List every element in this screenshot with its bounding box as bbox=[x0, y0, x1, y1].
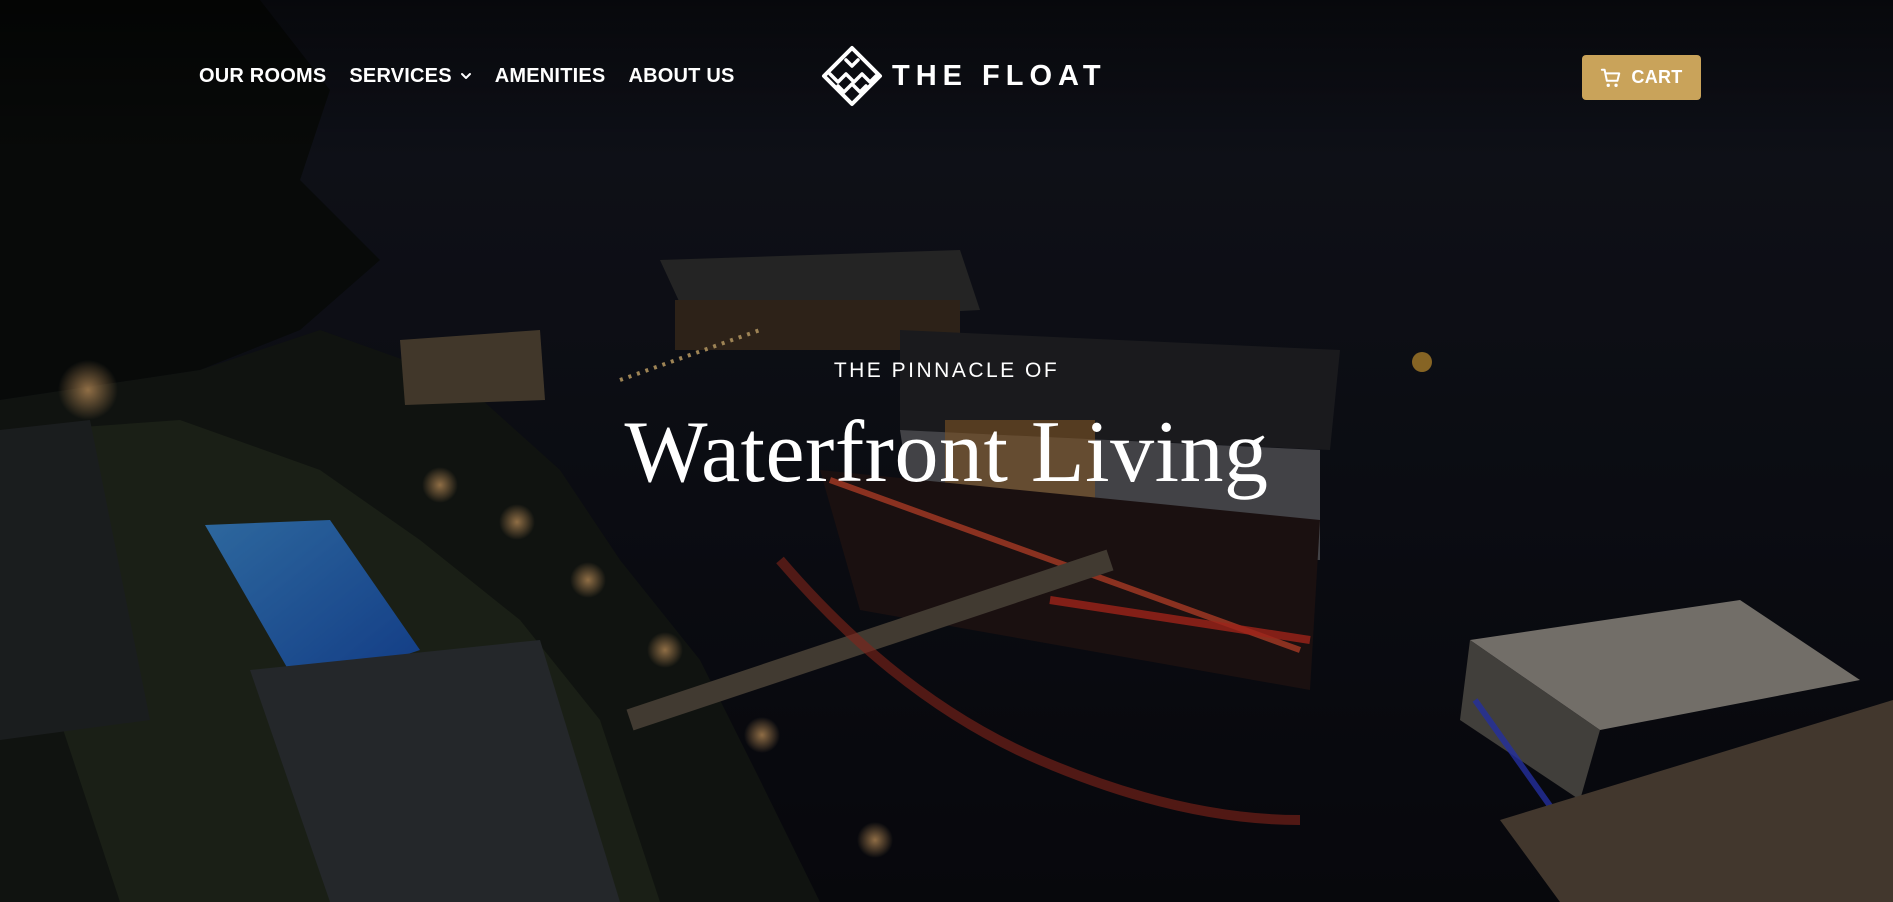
cart-icon bbox=[1601, 68, 1621, 87]
cart-button[interactable]: CART bbox=[1582, 55, 1701, 100]
diamond-wave-logo-icon bbox=[822, 46, 882, 106]
nav-item-amenities[interactable]: AMENITIES bbox=[495, 48, 606, 104]
hero-kicker: THE PINNACLE OF bbox=[833, 359, 1060, 382]
nav-item-our-rooms[interactable]: OUR ROOMS bbox=[199, 48, 326, 104]
nav-item-label: ABOUT US bbox=[628, 65, 735, 87]
chevron-down-icon bbox=[460, 73, 471, 79]
hero-section: OUR ROOMS SERVICES AMENITIES ABOUT US TH… bbox=[0, 0, 1893, 902]
nav-item-label: SERVICES bbox=[349, 65, 452, 87]
main-nav: OUR ROOMS SERVICES AMENITIES ABOUT US bbox=[199, 48, 735, 104]
nav-item-about-us[interactable]: ABOUT US bbox=[628, 48, 734, 104]
nav-item-label: AMENITIES bbox=[494, 65, 606, 87]
hero-title: Waterfront Living bbox=[624, 404, 1269, 501]
cart-label: CART bbox=[1631, 67, 1683, 87]
nav-item-label: OUR ROOMS bbox=[199, 65, 327, 87]
site-logo[interactable]: THE FLOAT bbox=[820, 44, 1107, 108]
logo-text: THE FLOAT bbox=[892, 59, 1107, 92]
nav-item-services[interactable]: SERVICES bbox=[349, 48, 471, 104]
